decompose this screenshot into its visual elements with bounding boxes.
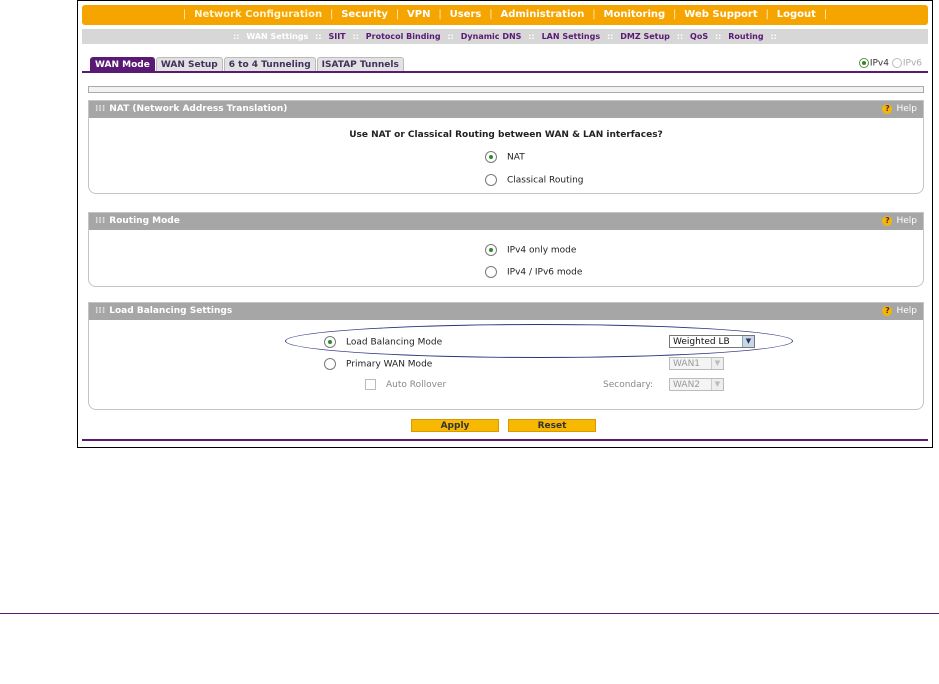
load-balancing-panel: ⁞⁞⁞ Load Balancing Settings ? Help Load Ba… [88, 302, 924, 410]
lb-mode-option[interactable]: Load Balancing Mode [324, 336, 442, 348]
chevron-down-icon: ▼ [742, 336, 754, 347]
routing-panel-header: ⁞⁞⁞ Routing Mode ? Help [89, 213, 923, 230]
subnav-dmz-setup[interactable]: DMZ Setup [620, 32, 670, 41]
nat-panel-header: ⁞⁞⁞ NAT (Network Address Translation) ? He… [89, 101, 923, 118]
sub-nav: :: WAN Settings :: SIIT :: Protocol Bind… [82, 29, 928, 44]
subnav-protocol-binding[interactable]: Protocol Binding [366, 32, 441, 41]
nat-panel: ⁞⁞⁞ NAT (Network Address Translation) ? He… [88, 100, 924, 194]
primary-wan-option[interactable]: Primary WAN Mode [324, 358, 432, 370]
ipv4-only-radio[interactable] [485, 244, 497, 256]
ip-version-toggle: IPv4 IPv6 [858, 58, 922, 69]
apply-button[interactable]: Apply [411, 419, 499, 432]
nav-monitoring[interactable]: Monitoring [604, 9, 666, 20]
help-icon: ? [882, 104, 893, 114]
ipv4-radio[interactable] [858, 58, 869, 68]
secondary-label: Secondary: [603, 380, 654, 390]
nat-panel-title: NAT (Network Address Translation) [109, 104, 288, 114]
primary-wan-select[interactable]: WAN1 ▼ [669, 357, 724, 370]
ipv4-only-option[interactable]: IPv4 only mode [485, 244, 576, 256]
routing-mode-panel: ⁞⁞⁞ Routing Mode ? Help IPv4 only mode IPv… [88, 212, 924, 287]
chevron-down-icon: ▼ [711, 379, 723, 390]
subnav-qos[interactable]: QoS [690, 32, 708, 41]
primary-wan-radio[interactable] [324, 358, 336, 370]
subnav-wan-settings[interactable]: WAN Settings [246, 32, 308, 41]
ipv4-label: IPv4 [869, 58, 889, 69]
router-admin-window: | Network Configuration | Security | VPN… [77, 0, 933, 448]
lb-mode-select[interactable]: Weighted LB ▼ [669, 335, 755, 348]
auto-rollover-option[interactable]: Auto Rollover [365, 379, 446, 390]
status-bar [88, 86, 924, 93]
ipv6-radio[interactable] [891, 58, 902, 68]
nat-option[interactable]: NAT [485, 151, 525, 163]
page-divider [0, 613, 939, 614]
help-icon: ? [882, 216, 893, 226]
grip-icon: ⁞⁞⁞ [95, 306, 106, 316]
nav-security[interactable]: Security [341, 9, 388, 20]
subnav-routing[interactable]: Routing [728, 32, 763, 41]
subnav-dynamic-dns[interactable]: Dynamic DNS [461, 32, 522, 41]
tab-underline [82, 71, 928, 73]
nat-radio[interactable] [485, 151, 497, 163]
routing-help-link[interactable]: ? Help [882, 213, 917, 230]
classical-routing-option[interactable]: Classical Routing [485, 174, 584, 186]
nav-logout[interactable]: Logout [777, 9, 816, 20]
secondary-wan-select[interactable]: WAN2 ▼ [669, 378, 724, 391]
tab-bar: WAN Mode WAN Setup 6 to 4 Tunneling ISATAP … [90, 57, 405, 73]
nav-web-support[interactable]: Web Support [684, 9, 757, 20]
auto-rollover-checkbox[interactable] [365, 379, 376, 390]
main-nav: | Network Configuration | Security | VPN… [82, 5, 928, 25]
help-icon: ? [882, 306, 893, 316]
nat-help-link[interactable]: ? Help [882, 101, 917, 118]
routing-panel-title: Routing Mode [109, 216, 180, 226]
lb-panel-header: ⁞⁞⁞ Load Balancing Settings ? Help [89, 303, 923, 320]
nat-question: Use NAT or Classical Routing between WAN… [349, 130, 663, 140]
ipv4-ipv6-radio[interactable] [485, 266, 497, 278]
classical-routing-radio[interactable] [485, 174, 497, 186]
nav-users[interactable]: Users [450, 9, 482, 20]
nav-administration[interactable]: Administration [500, 9, 584, 20]
chevron-down-icon: ▼ [711, 358, 723, 369]
lb-panel-title: Load Balancing Settings [109, 306, 233, 316]
grip-icon: ⁞⁞⁞ [95, 104, 106, 114]
lb-help-link[interactable]: ? Help [882, 303, 917, 320]
ipv4-ipv6-option[interactable]: IPv4 / IPv6 mode [485, 266, 582, 278]
nav-vpn[interactable]: VPN [407, 9, 430, 20]
ipv6-label: IPv6 [902, 58, 922, 69]
reset-button[interactable]: Reset [508, 419, 596, 432]
bottom-border [82, 439, 928, 441]
nav-network-configuration[interactable]: Network Configuration [194, 9, 322, 20]
subnav-lan-settings[interactable]: LAN Settings [542, 32, 601, 41]
lb-mode-radio[interactable] [324, 336, 336, 348]
subnav-siit[interactable]: SIIT [328, 32, 345, 41]
grip-icon: ⁞⁞⁞ [95, 216, 106, 226]
